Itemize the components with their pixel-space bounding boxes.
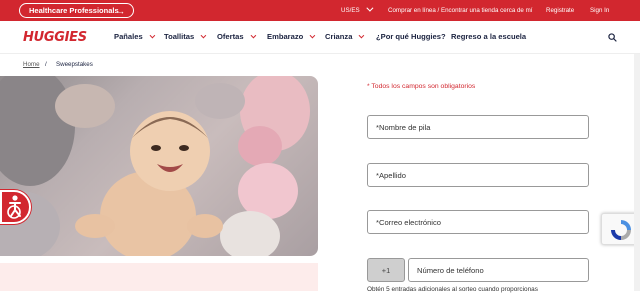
phone-prefix[interactable]: +1: [367, 258, 405, 282]
breadcrumb-home[interactable]: Home: [23, 61, 40, 68]
nav-item-toallitas[interactable]: Toallitas: [164, 32, 207, 41]
accessibility-icon: [7, 195, 21, 219]
locale-label: US/ES: [341, 7, 360, 14]
nav-item-ofertas[interactable]: Ofertas: [217, 32, 256, 41]
page-scrollbar[interactable]: [634, 54, 640, 291]
arrow-right-icon: →: [116, 6, 125, 16]
last-name-field[interactable]: *Apellido: [367, 163, 589, 187]
phone-placeholder: Número de teléfono: [417, 265, 484, 275]
locale-selector[interactable]: US/ES: [341, 4, 374, 14]
phone-field[interactable]: Número de teléfono: [408, 258, 589, 282]
nav-item-regreso-escuela[interactable]: Regreso a la escuela: [451, 32, 526, 41]
hero-baby-photo: [0, 76, 318, 256]
first-name-field[interactable]: *Nombre de pila: [367, 115, 589, 139]
breadcrumb-current: Sweepstakes: [56, 61, 93, 68]
nav-label: Embarazo: [267, 32, 304, 41]
chevron-down-icon: [200, 32, 207, 39]
email-placeholder: *Correo electrónico: [376, 217, 441, 227]
utility-bar: Healthcare Professionals → US/ES Comprar…: [0, 0, 640, 21]
sign-in-link[interactable]: Sign In: [590, 7, 609, 14]
nav-item-por-que-huggies[interactable]: ¿Por qué Huggies?: [376, 32, 446, 41]
buy-online-link[interactable]: Comprar en línea / Encontrar una tienda …: [388, 7, 532, 14]
first-name-placeholder: *Nombre de pila: [376, 122, 431, 132]
huggies-logo[interactable]: HUGGIES: [23, 30, 87, 45]
nav-label: Crianza: [325, 32, 353, 41]
email-field[interactable]: *Correo electrónico: [367, 210, 589, 234]
nav-label: Ofertas: [217, 32, 244, 41]
nav-item-embarazo[interactable]: Embarazo: [267, 32, 316, 41]
healthcare-professionals-button[interactable]: Healthcare Professionals →: [19, 3, 134, 18]
promo-panel: [0, 263, 318, 291]
chevron-down-icon: [149, 32, 155, 39]
required-note: * Todos los campos son obligatorios: [367, 83, 476, 90]
search-icon[interactable]: [608, 33, 617, 42]
bonus-entries-note: Obtén 5 entradas adicionales al sorteo c…: [367, 286, 538, 293]
last-name-placeholder: *Apellido: [376, 170, 406, 180]
accessibility-button[interactable]: [0, 190, 31, 224]
nav-label: Toallitas: [164, 32, 195, 41]
nav-label: Pañales: [114, 32, 143, 41]
chevron-down-icon: [359, 32, 365, 39]
hcp-label: Healthcare Professionals: [29, 6, 119, 15]
register-link[interactable]: Registrate: [546, 7, 574, 14]
chevron-down-icon: [365, 4, 374, 12]
breadcrumb-separator: /: [45, 61, 47, 68]
nav-item-panales[interactable]: Pañales: [114, 32, 155, 41]
recaptcha-icon: [611, 220, 631, 240]
chevron-down-icon: [309, 32, 316, 39]
chevron-down-icon: [250, 32, 256, 39]
nav-item-crianza[interactable]: Crianza: [325, 32, 365, 41]
main-nav: HUGGIES Pañales Toallitas Ofertas Embara…: [0, 21, 640, 54]
